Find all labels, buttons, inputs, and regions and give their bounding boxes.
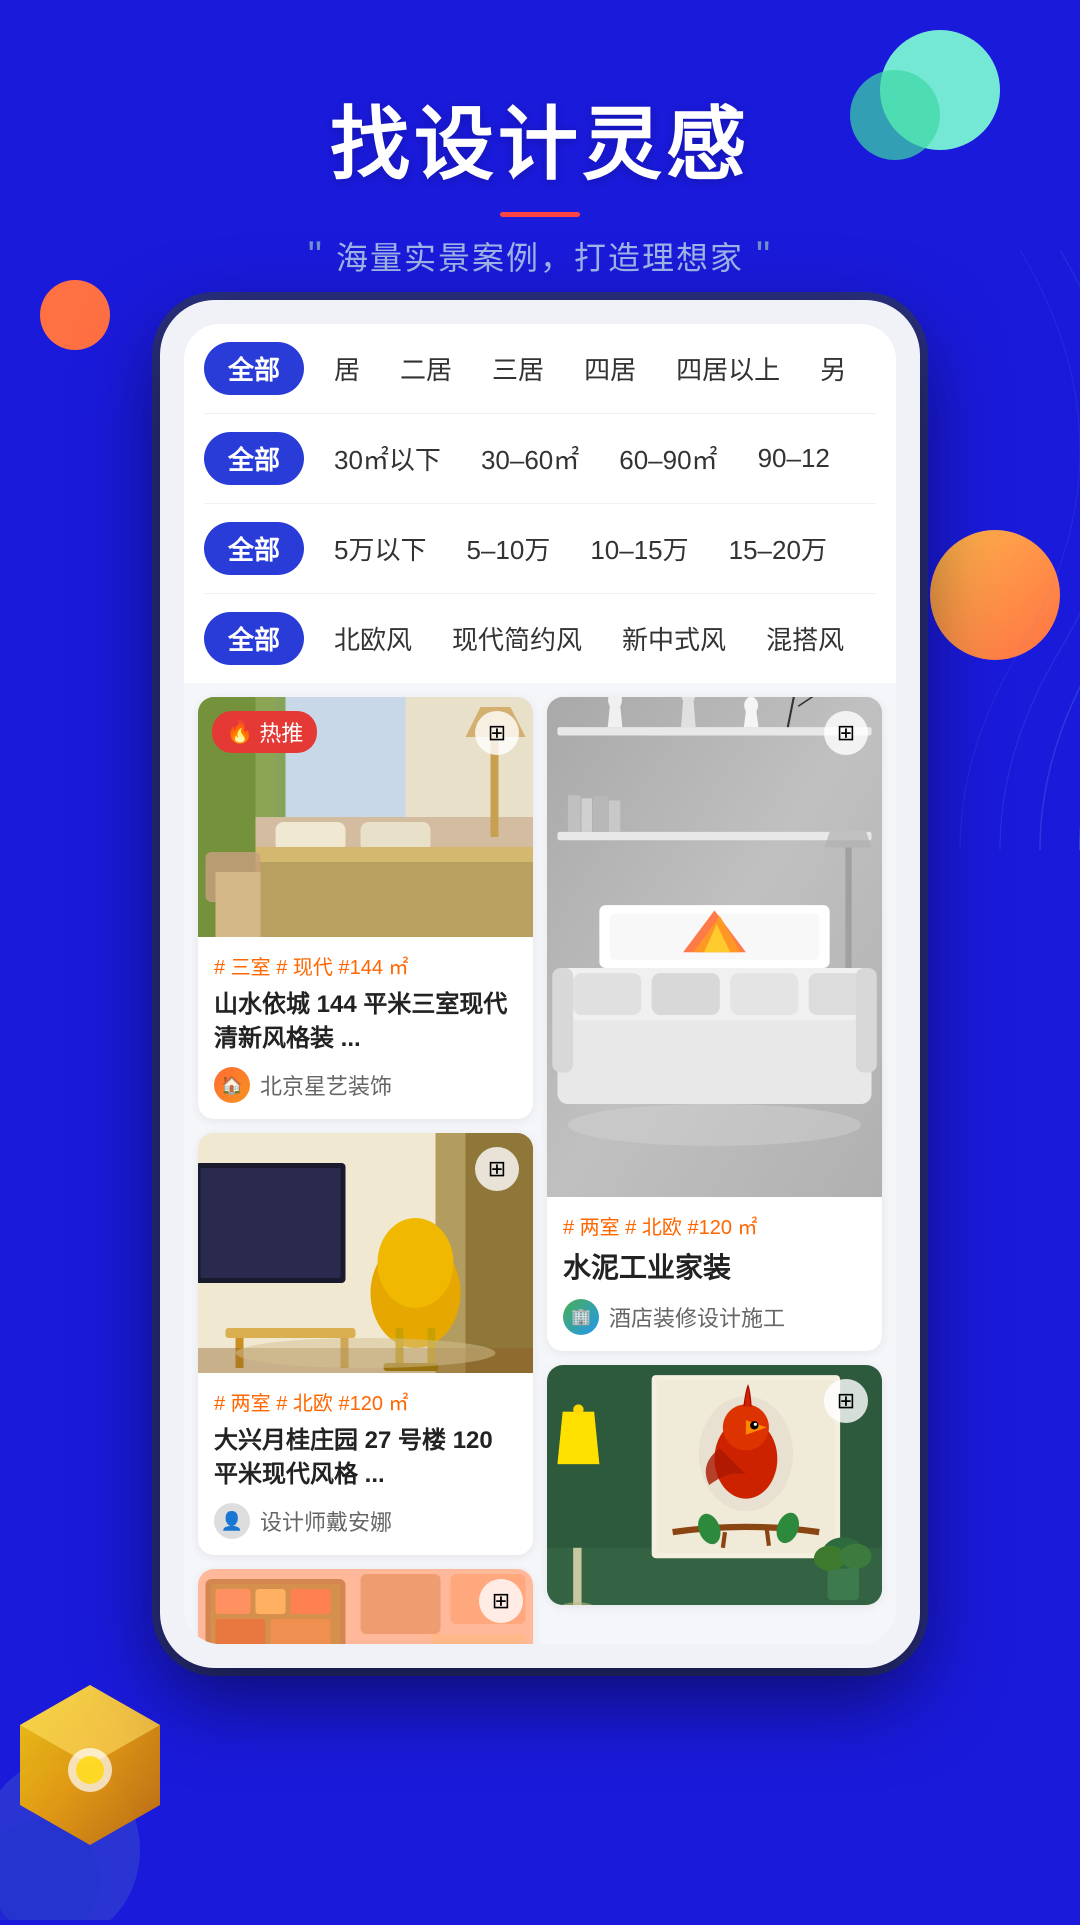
filter-four-plus-room[interactable]: 四居以上 — [666, 342, 790, 395]
quote-left: " — [308, 234, 324, 279]
card2-author-name: 酒店装修设计施工 — [609, 1301, 785, 1333]
filter-area-60-90[interactable]: 60–90㎡ — [609, 432, 727, 485]
bg-decoration-gold-shape — [10, 1675, 170, 1860]
card1-author-avatar: 🏠 — [214, 1067, 250, 1103]
card2-author: 🏢 酒店装修设计施工 — [563, 1299, 866, 1335]
bookmark-icon-5: ⊞ — [492, 1588, 510, 1614]
filter-budget-5[interactable]: 5万以下 — [324, 522, 436, 575]
main-title: 找设计灵感 — [0, 80, 1080, 196]
card1-content: # 三室 # 现代 #144 ㎡ 山水依城 144 平米三室现代清新风格装 ..… — [198, 937, 533, 1119]
filter-style-modern[interactable]: 现代简约风 — [442, 612, 592, 665]
house-icon-2: 🏢 — [571, 1307, 591, 1327]
card3-title: 大兴月桂庄园 27 号楼 120 平米现代风格 ... — [214, 1424, 517, 1491]
card2-tags: # 两室 # 北欧 #120 ㎡ — [563, 1211, 866, 1240]
filter-row-budget: 全部 5万以下 5–10万 10–15万 15–20万 — [204, 504, 876, 594]
filter-style-nordic[interactable]: 北欧风 — [324, 612, 422, 665]
card3-content: # 两室 # 北欧 #120 ㎡ 大兴月桂庄园 27 号楼 120 平米现代风格… — [198, 1373, 533, 1555]
header-section: 找设计灵感 " 海量实景案例，打造理想家 " — [0, 0, 1080, 319]
filter-three-room[interactable]: 三居 — [482, 342, 554, 395]
person-icon: 👤 — [221, 1511, 243, 1532]
card1-author: 🏠 北京星艺装饰 — [214, 1067, 517, 1103]
filter-row-area: 全部 30㎡以下 30–60㎡ 60–90㎡ 90–12 — [204, 414, 876, 504]
filter-all-budget[interactable]: 全部 — [204, 522, 304, 575]
fire-icon: 🔥 — [226, 719, 253, 745]
card1-title: 山水依城 144 平米三室现代清新风格装 ... — [214, 988, 517, 1055]
filter-all-area[interactable]: 全部 — [204, 432, 304, 485]
filter-section: 全部 居 二居 三居 四居 四居以上 另 全部 30㎡以下 30–60㎡ 60–… — [184, 324, 896, 683]
hot-badge: 🔥 热推 — [212, 711, 317, 753]
filter-area-30-60[interactable]: 30–60㎡ — [471, 432, 589, 485]
card2-content: # 两室 # 北欧 #120 ㎡ 水泥工业家装 🏢 酒店装修设计施工 — [547, 1197, 882, 1351]
card3-tags: # 两室 # 北欧 #120 ㎡ — [214, 1387, 517, 1416]
bookmark-icon-3: ⊞ — [488, 1156, 506, 1182]
card-living-room[interactable]: ⊞ # 两室 # 北欧 #120 ㎡ 大兴月桂庄园 27 号楼 120 平米现代… — [198, 1133, 533, 1555]
filter-two-room[interactable]: 二居 — [390, 342, 462, 395]
card-industrial-image: ⊞ — [547, 697, 882, 1197]
card1-author-name: 北京星艺装饰 — [260, 1069, 392, 1101]
title-underline — [500, 212, 580, 217]
filter-area-30[interactable]: 30㎡以下 — [324, 432, 451, 485]
phone-frame: 全部 居 二居 三居 四居 四居以上 另 全部 30㎡以下 30–60㎡ 60–… — [160, 300, 920, 1668]
filter-budget-10-15[interactable]: 10–15万 — [580, 522, 698, 575]
card2-bookmark[interactable]: ⊞ — [824, 711, 868, 755]
card-coral-room[interactable]: ⊞ — [198, 1569, 533, 1644]
subtitle-text: 海量实景案例，打造理想家 — [336, 233, 744, 279]
card2-title: 水泥工业家装 — [563, 1248, 866, 1287]
card-living-image: ⊞ — [198, 1133, 533, 1373]
filter-area-90-120[interactable]: 90–12 — [748, 435, 840, 482]
filter-more-room[interactable]: 另 — [810, 342, 856, 395]
filter-style-mixed[interactable]: 混搭风 — [756, 612, 854, 665]
house-icon: 🏠 — [221, 1075, 243, 1096]
filter-budget-15-20[interactable]: 15–20万 — [719, 522, 837, 575]
filter-budget-5-10[interactable]: 5–10万 — [456, 522, 560, 575]
card4-bookmark[interactable]: ⊞ — [824, 1379, 868, 1423]
cards-right-column: ⊞ # 两室 # 北欧 #120 ㎡ 水泥工业家装 🏢 酒店装修设计施工 — [547, 697, 882, 1644]
card-industrial[interactable]: ⊞ # 两室 # 北欧 #120 ㎡ 水泥工业家装 🏢 酒店装修设计施工 — [547, 697, 882, 1351]
card3-author-name: 设计师戴安娜 — [260, 1505, 392, 1537]
quote-right: " — [756, 234, 772, 279]
hot-label: 热推 — [259, 716, 303, 748]
filter-row-room-type: 全部 居 二居 三居 四居 四居以上 另 — [204, 324, 876, 414]
card3-author-avatar: 👤 — [214, 1503, 250, 1539]
phone-inner: 全部 居 二居 三居 四居 四居以上 另 全部 30㎡以下 30–60㎡ 60–… — [184, 324, 896, 1644]
cards-grid: 🔥 热推 ⊞ # 三室 # 现代 #144 ㎡ 山水依城 144 平米三室现代清… — [184, 683, 896, 1644]
filter-all-room[interactable]: 全部 — [204, 342, 304, 395]
cards-left-column: 🔥 热推 ⊞ # 三室 # 现代 #144 ㎡ 山水依城 144 平米三室现代清… — [198, 697, 533, 1644]
subtitle: " 海量实景案例，打造理想家 " — [0, 233, 1080, 279]
card-green-image: ⊞ — [547, 1365, 882, 1605]
filter-four-room[interactable]: 四居 — [574, 342, 646, 395]
card3-bookmark[interactable]: ⊞ — [475, 1147, 519, 1191]
filter-row-style: 全部 北欧风 现代简约风 新中式风 混搭风 — [204, 594, 876, 683]
bookmark-icon: ⊞ — [488, 720, 506, 746]
filter-all-style[interactable]: 全部 — [204, 612, 304, 665]
card1-tags: # 三室 # 现代 #144 ㎡ — [214, 951, 517, 980]
bg-decoration-circle-orange-right — [930, 530, 1060, 660]
card2-author-avatar: 🏢 — [563, 1299, 599, 1335]
card3-author: 👤 设计师戴安娜 — [214, 1503, 517, 1539]
bookmark-icon-4: ⊞ — [837, 1388, 855, 1414]
card-bedroom-image: 🔥 热推 ⊞ — [198, 697, 533, 937]
filter-single-room[interactable]: 居 — [324, 342, 370, 395]
bookmark-icon-2: ⊞ — [837, 720, 855, 746]
card-bedroom[interactable]: 🔥 热推 ⊞ # 三室 # 现代 #144 ㎡ 山水依城 144 平米三室现代清… — [198, 697, 533, 1119]
card-coral-image: ⊞ — [198, 1569, 533, 1644]
phone-mockup: 全部 居 二居 三居 四居 四居以上 另 全部 30㎡以下 30–60㎡ 60–… — [160, 300, 920, 1668]
filter-style-chinese[interactable]: 新中式风 — [612, 612, 736, 665]
card-green-room[interactable]: ⊞ — [547, 1365, 882, 1605]
card1-bookmark[interactable]: ⊞ — [475, 711, 519, 755]
